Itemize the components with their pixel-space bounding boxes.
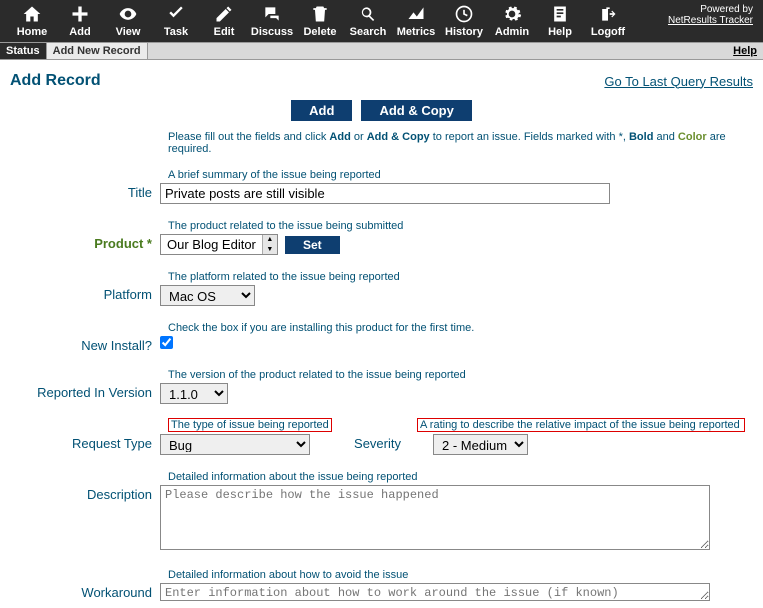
clock-icon	[453, 4, 475, 24]
label-platform: Platform	[10, 285, 160, 302]
severity-select[interactable]: 2 - Medium	[433, 434, 528, 455]
add-copy-button[interactable]: Add & Copy	[361, 100, 471, 121]
request-type-select[interactable]: Bug	[160, 434, 310, 455]
last-query-link[interactable]: Go To Last Query Results	[604, 74, 753, 89]
page-title: Add Record	[10, 72, 101, 90]
instructions: Please fill out the fields and click Add…	[168, 131, 738, 155]
toolbar-label: Admin	[495, 26, 529, 38]
gear-icon	[501, 4, 523, 24]
powered-by: Powered by NetResults Tracker	[668, 4, 753, 26]
hint-new-install: Check the box if you are installing this…	[168, 322, 753, 334]
add-record-button[interactable]: Add	[291, 100, 352, 121]
search-icon	[357, 4, 379, 24]
content: Add Record Go To Last Query Results Add …	[0, 60, 763, 604]
product-spinner-down[interactable]: ▼	[263, 245, 277, 255]
hint-workaround: Detailed information about how to avoid …	[168, 569, 753, 581]
toolbar-label: Discuss	[251, 26, 293, 38]
hint-severity: A rating to describe the relative impact…	[417, 418, 745, 432]
toolbar-label: View	[116, 26, 141, 38]
help-button[interactable]: Help	[536, 4, 584, 40]
trash-icon	[309, 4, 331, 24]
edit-button[interactable]: Edit	[200, 4, 248, 40]
history-button[interactable]: History	[440, 4, 488, 40]
help-icon	[549, 4, 571, 24]
title-input[interactable]	[160, 183, 610, 204]
new-install-checkbox[interactable]	[160, 336, 173, 349]
toolbar-label: Help	[548, 26, 572, 38]
toolbar-label: Add	[69, 26, 90, 38]
logoff-button[interactable]: Logoff	[584, 4, 632, 40]
label-workaround: Workaround	[10, 583, 160, 600]
powered-by-label: Powered by	[700, 4, 753, 15]
search-button[interactable]: Search	[344, 4, 392, 40]
hint-description: Detailed information about the issue bei…	[168, 471, 753, 483]
label-description: Description	[10, 485, 160, 502]
home-button[interactable]: Home	[8, 4, 56, 40]
powered-by-link[interactable]: NetResults Tracker	[668, 15, 753, 26]
check-icon	[165, 4, 187, 24]
eye-icon	[117, 4, 139, 24]
home-icon	[21, 4, 43, 24]
toolbar-label: Metrics	[397, 26, 436, 38]
set-button[interactable]: Set	[285, 236, 340, 254]
admin-button[interactable]: Admin	[488, 4, 536, 40]
help-link[interactable]: Help	[733, 45, 757, 57]
tab-status[interactable]: Status	[0, 43, 47, 59]
toolbar-label: Logoff	[591, 26, 625, 38]
metrics-icon	[405, 4, 427, 24]
toolbar-label: Edit	[214, 26, 235, 38]
toolbar-label: Home	[17, 26, 48, 38]
toolbar-label: Search	[350, 26, 387, 38]
view-button[interactable]: View	[104, 4, 152, 40]
label-product: Product *	[10, 234, 160, 251]
hint-version: The version of the product related to th…	[168, 369, 753, 381]
label-new-install: New Install?	[10, 336, 160, 353]
delete-button[interactable]: Delete	[296, 4, 344, 40]
logoff-icon	[597, 4, 619, 24]
label-version: Reported In Version	[10, 383, 160, 400]
workaround-textarea[interactable]	[160, 583, 710, 601]
hint-title: A brief summary of the issue being repor…	[168, 169, 753, 181]
metrics-button[interactable]: Metrics	[392, 4, 440, 40]
tab-add-new-record[interactable]: Add New Record	[47, 43, 148, 59]
task-button[interactable]: Task	[152, 4, 200, 40]
hint-request-type: The type of issue being reported	[168, 418, 332, 432]
hint-product: The product related to the issue being s…	[168, 220, 753, 232]
toolbar-label: History	[445, 26, 483, 38]
label-severity: Severity	[344, 434, 409, 455]
version-select[interactable]: 1.1.0	[160, 383, 228, 404]
product-spinner-up[interactable]: ▲	[263, 235, 277, 245]
add-button[interactable]: Add	[56, 4, 104, 40]
discuss-button[interactable]: Discuss	[248, 4, 296, 40]
label-title: Title	[10, 183, 160, 200]
platform-select[interactable]: Mac OS	[160, 285, 255, 306]
tab-bar: Status Add New Record Help	[0, 42, 763, 60]
discuss-icon	[261, 4, 283, 24]
toolbar-label: Task	[164, 26, 188, 38]
pencil-icon	[213, 4, 235, 24]
main-toolbar: Home Add View Task Edit Discuss Delete S…	[0, 0, 763, 42]
description-textarea[interactable]	[160, 485, 710, 550]
label-request-type: Request Type	[10, 434, 160, 451]
plus-icon	[69, 4, 91, 24]
hint-platform: The platform related to the issue being …	[168, 271, 753, 283]
product-spinner[interactable]: Our Blog Editor ▲ ▼	[160, 234, 278, 255]
toolbar-label: Delete	[303, 26, 336, 38]
button-row: Add Add & Copy	[10, 100, 753, 121]
